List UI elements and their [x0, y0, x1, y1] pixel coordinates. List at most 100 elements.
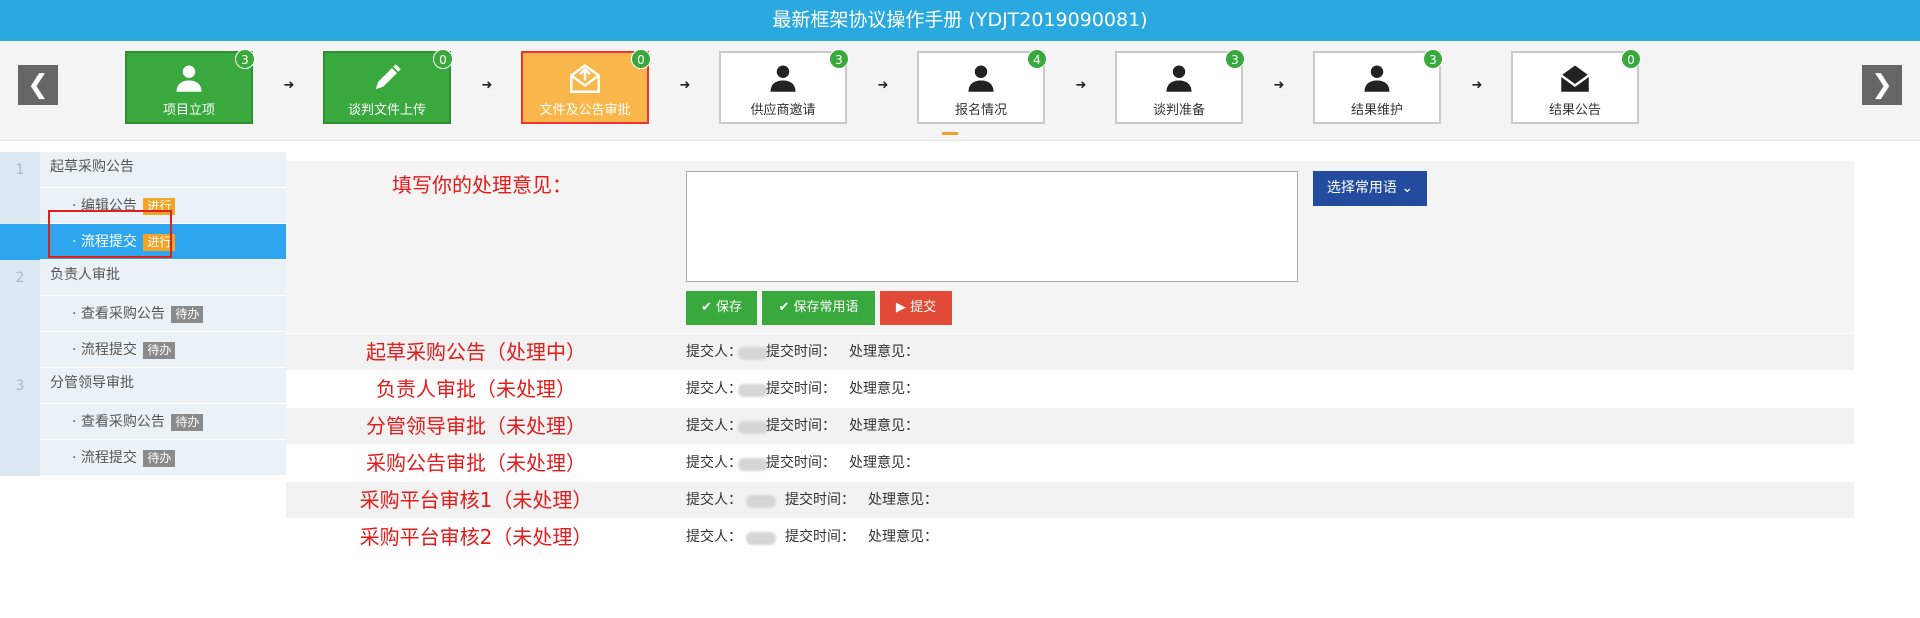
submitter-label: 提交人： [686, 492, 742, 508]
submit-time-label: 提交时间： [766, 418, 836, 434]
sidebar-item-process-submit[interactable]: · 流程提交 待办 [0, 440, 286, 476]
sidebar-item-label: · 流程提交 [72, 342, 137, 358]
step-label: 结果公告 [1548, 103, 1601, 118]
step-7[interactable]: 结果维护 3 [1313, 49, 1443, 124]
check-icon: ✔ [778, 300, 790, 315]
step-label: 文件及公告审批 [539, 103, 631, 118]
submit-time-label: 提交时间： [785, 529, 855, 545]
sidebar-item-label: · 查看采购公告 [72, 306, 165, 322]
record-row: 负责人审批（未处理） 提交人： 提交时间： 处理意见： [286, 370, 1854, 407]
step-count-badge: 3 [829, 49, 849, 69]
user-icon [174, 63, 204, 93]
check-icon: ✔ [700, 300, 712, 315]
save-common-label: 保存常用语 [793, 300, 859, 315]
step-arrow-icon: ➜ [1075, 78, 1087, 93]
sidebar-group-2[interactable]: 2 负责人审批 [0, 260, 286, 296]
step-arrow-icon: ➜ [481, 78, 493, 93]
step-label: 供应商邀请 [750, 103, 816, 118]
steps-bar: ❮ ❯ 项目立项 3 ➜ 谈判文件上传 0 ➜ 文件及公告审批 0 ➜ 供应商邀请 3 ➜ 报名情况 4 ➜… [0, 41, 1920, 141]
submit-label: 提交 [910, 300, 937, 315]
record-title: 采购平台审核1（未处理） [359, 488, 593, 512]
opinion-field-label: 处理意见： [868, 529, 938, 545]
step-label: 结果维护 [1350, 103, 1403, 118]
save-common-phrase-button[interactable]: ✔ 保存常用语 [762, 291, 875, 325]
step-count-badge: 4 [1027, 49, 1047, 69]
common-phrases-button[interactable]: 选择常用语 ⌄ [1313, 171, 1427, 206]
record-row: 起草采购公告（处理中） 提交人： 提交时间： 处理意见： [286, 333, 1854, 370]
common-phrases-label: 选择常用语 [1326, 180, 1397, 196]
step-label: 报名情况 [954, 103, 1007, 118]
sidebar-group-title: 分管领导审批 [50, 375, 134, 391]
user-icon [1362, 63, 1392, 93]
sidebar-group-3[interactable]: 3 分管领导审批 [0, 368, 286, 404]
user-icon [966, 63, 996, 93]
sidebar-group-title: 起草采购公告 [50, 159, 134, 175]
step-2[interactable]: 谈判文件上传 0 [323, 49, 453, 124]
step-6[interactable]: 谈判准备 3 [1115, 49, 1245, 124]
sidebar-item-process-submit[interactable]: · 流程提交 待办 [0, 332, 286, 368]
step-count-badge: 3 [1225, 49, 1245, 69]
opinion-field-label: 处理意见： [868, 492, 938, 508]
submitter-label: 提交人： [686, 455, 742, 471]
status-badge: 待办 [171, 305, 204, 323]
submit-time-label: 提交时间： [766, 381, 836, 397]
redacted-name [738, 421, 768, 434]
step-4[interactable]: 供应商邀请 3 [719, 49, 849, 124]
submitter-label: 提交人： [686, 381, 742, 397]
highlight-box [48, 210, 172, 258]
sidebar-group-number: 3 [0, 368, 40, 404]
redacted-name [738, 347, 768, 360]
step-count-badge: 3 [235, 49, 255, 69]
step-1[interactable]: 项目立项 3 [125, 49, 255, 124]
mail-upload-icon [570, 63, 600, 93]
submit-time-label: 提交时间： [766, 455, 836, 471]
user-icon [1164, 63, 1194, 93]
step-count-badge: 0 [631, 49, 651, 69]
submitter-label: 提交人： [686, 529, 742, 545]
status-badge: 待办 [143, 449, 176, 467]
opinion-field-label: 处理意见： [849, 455, 919, 471]
active-step-indicator [942, 132, 958, 135]
step-arrow-icon: ➜ [283, 78, 295, 93]
envelope-icon [1560, 63, 1590, 93]
sidebar-group-1[interactable]: 1 起草采购公告 [0, 152, 286, 188]
step-label: 谈判文件上传 [347, 103, 426, 118]
opinion-field-label: 处理意见： [849, 381, 919, 397]
submit-button[interactable]: ▶ 提交 [880, 291, 952, 325]
record-title: 分管领导审批（未处理） [366, 414, 586, 438]
approval-panel: 填写你的处理意见： 选择常用语 ⌄ ✔ 保存 ✔ 保存常用语 ▶ 提交 起草采购… [286, 161, 1854, 555]
step-8[interactable]: 结果公告 0 [1511, 49, 1641, 124]
sidebar-group-title: 负责人审批 [50, 267, 120, 283]
prev-arrow-button[interactable]: ❮ [18, 65, 58, 105]
step-arrow-icon: ➜ [1273, 78, 1285, 93]
opinion-field-label: 处理意见： [849, 418, 919, 434]
record-title: 采购平台审核2（未处理） [359, 525, 593, 549]
window-title: 最新框架协议操作手册 (YDJT2019090081) [0, 0, 1920, 41]
status-badge: 待办 [143, 341, 176, 359]
redacted-name [738, 384, 768, 397]
redacted-name [746, 495, 776, 508]
sidebar-group-number: 2 [0, 260, 40, 296]
step-3[interactable]: 文件及公告审批 0 [521, 49, 651, 124]
record-title: 采购公告审批（未处理） [366, 451, 586, 475]
chevron-down-icon: ⌄ [1401, 180, 1414, 196]
opinion-textarea[interactable] [686, 171, 1298, 282]
next-arrow-button[interactable]: ❯ [1862, 65, 1902, 105]
user-icon [768, 63, 798, 93]
step-label: 项目立项 [162, 103, 215, 118]
record-row: 分管领导审批（未处理） 提交人： 提交时间： 处理意见： [286, 407, 1854, 444]
step-count-badge: 0 [433, 49, 453, 69]
sidebar-item-view-notice[interactable]: · 查看采购公告 待办 [0, 296, 286, 332]
sidebar-item-label: · 查看采购公告 [72, 414, 165, 430]
opinion-form: 填写你的处理意见： 选择常用语 ⌄ ✔ 保存 ✔ 保存常用语 ▶ 提交 [286, 161, 1854, 333]
record-title: 起草采购公告（处理中） [366, 340, 586, 364]
play-icon: ▶ [895, 300, 906, 315]
sidebar-group-number: 1 [0, 152, 40, 188]
process-sidebar: 1 起草采购公告 · 编辑公告 进行 · 流程提交 进行 2 负责人审批 · 查… [0, 152, 286, 476]
save-button[interactable]: ✔ 保存 [686, 291, 757, 325]
sidebar-item-view-notice[interactable]: · 查看采购公告 待办 [0, 404, 286, 440]
step-5[interactable]: 报名情况 4 [917, 49, 1047, 124]
redacted-name [738, 458, 768, 471]
step-arrow-icon: ➜ [1471, 78, 1483, 93]
redacted-name [746, 532, 776, 545]
